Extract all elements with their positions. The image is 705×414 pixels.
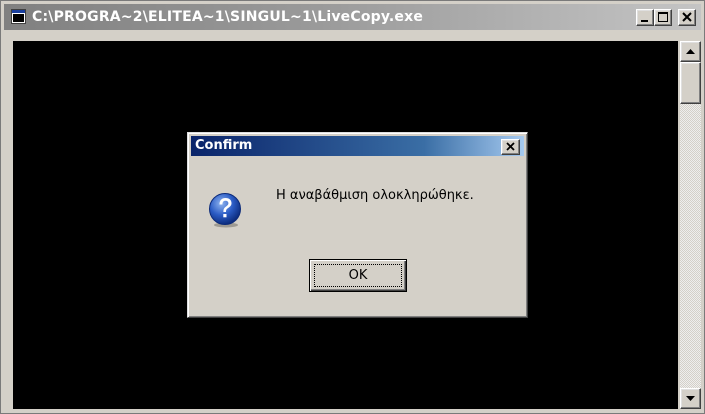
minimize-icon	[641, 20, 648, 22]
scroll-thumb[interactable]	[680, 62, 701, 104]
ok-button[interactable]: OK	[309, 259, 407, 292]
vertical-scrollbar[interactable]	[680, 41, 701, 409]
scroll-down-button[interactable]	[680, 388, 701, 409]
console-window: C:\PROGRA~2\ELITEA~1\SINGUL~1\LiveCopy.e…	[0, 0, 705, 414]
close-icon	[682, 12, 692, 22]
dialog-close-button[interactable]	[501, 139, 520, 155]
scroll-up-button[interactable]	[680, 41, 701, 62]
dialog-titlebar[interactable]: Confirm	[191, 136, 524, 156]
dialog-title: Confirm	[195, 138, 253, 153]
window-titlebar[interactable]: C:\PROGRA~2\ELITEA~1\SINGUL~1\LiveCopy.e…	[4, 4, 701, 30]
question-icon	[208, 192, 244, 228]
arrow-down-icon	[686, 396, 695, 401]
arrow-up-icon	[686, 49, 695, 54]
minimize-button[interactable]	[636, 9, 654, 26]
maximize-button[interactable]	[654, 9, 672, 26]
confirm-dialog: Confirm Η αναβάθμιση ολοκληρώθηκε. OK	[187, 132, 528, 318]
window-title: C:\PROGRA~2\ELITEA~1\SINGUL~1\LiveCopy.e…	[32, 9, 424, 25]
ok-button-label: OK	[348, 268, 368, 283]
console-app-icon[interactable]	[11, 9, 26, 24]
close-icon	[506, 142, 515, 151]
close-button[interactable]	[678, 9, 696, 26]
maximize-icon	[658, 12, 668, 22]
dialog-message: Η αναβάθμιση ολοκληρώθηκε.	[276, 188, 474, 203]
